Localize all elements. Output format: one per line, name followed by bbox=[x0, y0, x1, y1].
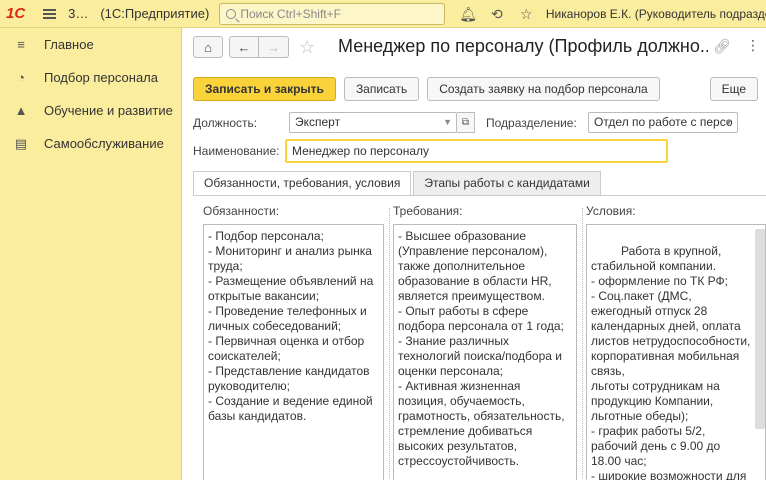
sidebar: ≡ Главное ◔ Подбор персонала ▲ Обучение … bbox=[0, 28, 182, 480]
bell-icon[interactable]: 🔔︎ bbox=[459, 6, 477, 22]
id-card-icon: ▤ bbox=[14, 135, 28, 151]
name-field[interactable]: Менеджер по персоналу bbox=[285, 139, 668, 163]
sidebar-item-label: Главное bbox=[44, 37, 94, 52]
scrollbar[interactable] bbox=[755, 229, 765, 429]
chevron-down-icon[interactable]: ▼ bbox=[724, 113, 733, 132]
graduation-icon: ▲ bbox=[14, 102, 28, 118]
link-icon[interactable]: 🔗︎ bbox=[713, 38, 731, 55]
sidebar-item-label: Самообслуживание bbox=[44, 136, 164, 151]
conditions-label: Условия: bbox=[586, 204, 636, 218]
save-and-close-button[interactable]: Записать и закрыть bbox=[193, 77, 336, 101]
app-name: (1С:Предприятие) bbox=[100, 6, 210, 21]
history-nav: ← → bbox=[229, 36, 289, 58]
duties-label: Обязанности: bbox=[203, 204, 280, 218]
top-bar: 1С 3… (1С:Предприятие) Поиск Ctrl+Shift+… bbox=[0, 0, 766, 28]
tab-candidate-stages[interactable]: Этапы работы с кандидатами bbox=[413, 171, 601, 195]
requirements-textarea[interactable]: - Высшее образование (Управление персона… bbox=[393, 224, 577, 480]
favorite-star-icon[interactable]: ☆ bbox=[299, 37, 315, 58]
name-value: Менеджер по персоналу bbox=[292, 144, 430, 158]
command-bar: Записать и закрыть Записать Создать заяв… bbox=[193, 77, 766, 101]
tab-duties-requirements[interactable]: Обязанности, требования, условия bbox=[193, 171, 412, 195]
conditions-column: Условия: Работа в крупной, стабильной ко… bbox=[586, 204, 766, 480]
favorites-star-icon[interactable]: ☆ bbox=[519, 6, 534, 22]
forward-button[interactable]: → bbox=[259, 36, 289, 58]
back-button[interactable]: ← bbox=[229, 36, 259, 58]
menu-icon: ≡ bbox=[17, 36, 25, 52]
tab-body: Обязанности: - Подбор персонала; - Монит… bbox=[193, 195, 766, 480]
conditions-textarea[interactable]: Работа в крупной, стабильной компании. -… bbox=[586, 224, 766, 480]
position-label: Должность: bbox=[193, 115, 258, 130]
open-position-button[interactable]: ⧉ bbox=[457, 112, 475, 133]
sidebar-item-recruitment[interactable]: ◔ Подбор персонала bbox=[0, 61, 181, 94]
more-button[interactable]: Еще bbox=[709, 77, 759, 101]
department-value: Отдел по работе с персо bbox=[594, 115, 733, 129]
sidebar-item-self-service[interactable]: ▤ Самообслуживание bbox=[0, 127, 181, 160]
position-row: Должность: Эксперт ▼ ⧉ Подразделение: От… bbox=[193, 112, 738, 133]
page-title: Менеджер по персоналу (Профиль должно... bbox=[338, 36, 708, 56]
department-label: Подразделение: bbox=[486, 115, 577, 130]
search-icon bbox=[226, 8, 237, 19]
requirements-label: Требования: bbox=[393, 204, 463, 218]
position-value: Эксперт bbox=[295, 115, 341, 129]
column-divider[interactable] bbox=[582, 208, 583, 478]
duties-column: Обязанности: - Подбор персонала; - Монит… bbox=[203, 204, 384, 480]
home-button[interactable]: ⌂ bbox=[193, 36, 223, 58]
column-divider[interactable] bbox=[389, 208, 390, 478]
sidebar-item-label: Подбор персонала bbox=[44, 70, 158, 85]
sidebar-item-training[interactable]: ▲ Обучение и развитие bbox=[0, 94, 181, 127]
app-short-title: 3… bbox=[68, 6, 89, 21]
create-request-button[interactable]: Создать заявку на подбор персонала bbox=[427, 77, 660, 101]
ear-icon: ◔ bbox=[17, 69, 25, 85]
requirements-column: Требования: - Высшее образование (Управл… bbox=[393, 204, 577, 480]
name-row: Наименование: Менеджер по персоналу bbox=[193, 139, 668, 163]
sidebar-item-label: Обучение и развитие bbox=[44, 103, 173, 118]
current-user[interactable]: Никаноров Е.К. (Руководитель подразделе.… bbox=[546, 7, 766, 21]
search-placeholder: Поиск Ctrl+Shift+F bbox=[240, 6, 341, 21]
tabs: Обязанности, требования, условия Этапы р… bbox=[193, 171, 603, 195]
chevron-down-icon[interactable]: ▼ bbox=[443, 113, 452, 132]
duties-textarea[interactable]: - Подбор персонала; - Мониторинг и анали… bbox=[203, 224, 384, 480]
name-label: Наименование: bbox=[193, 144, 280, 158]
app-logo: 1С bbox=[6, 5, 26, 22]
global-search-input[interactable]: Поиск Ctrl+Shift+F bbox=[219, 2, 446, 25]
more-options-icon[interactable]: ⋮ bbox=[746, 37, 760, 54]
position-field[interactable]: Эксперт ▼ bbox=[289, 112, 457, 133]
department-field[interactable]: Отдел по работе с персо ▼ bbox=[588, 112, 738, 133]
nav-row: ⌂ ← → ☆ bbox=[193, 36, 315, 58]
main-menu-icon[interactable] bbox=[42, 8, 57, 19]
conditions-text: Работа в крупной, стабильной компании. -… bbox=[591, 244, 751, 480]
history-icon[interactable]: ⟲ bbox=[489, 6, 504, 22]
main-content: ⌂ ← → ☆ Менеджер по персоналу (Профиль д… bbox=[183, 28, 766, 480]
save-button[interactable]: Записать bbox=[343, 77, 420, 101]
sidebar-item-main[interactable]: ≡ Главное bbox=[0, 28, 181, 61]
